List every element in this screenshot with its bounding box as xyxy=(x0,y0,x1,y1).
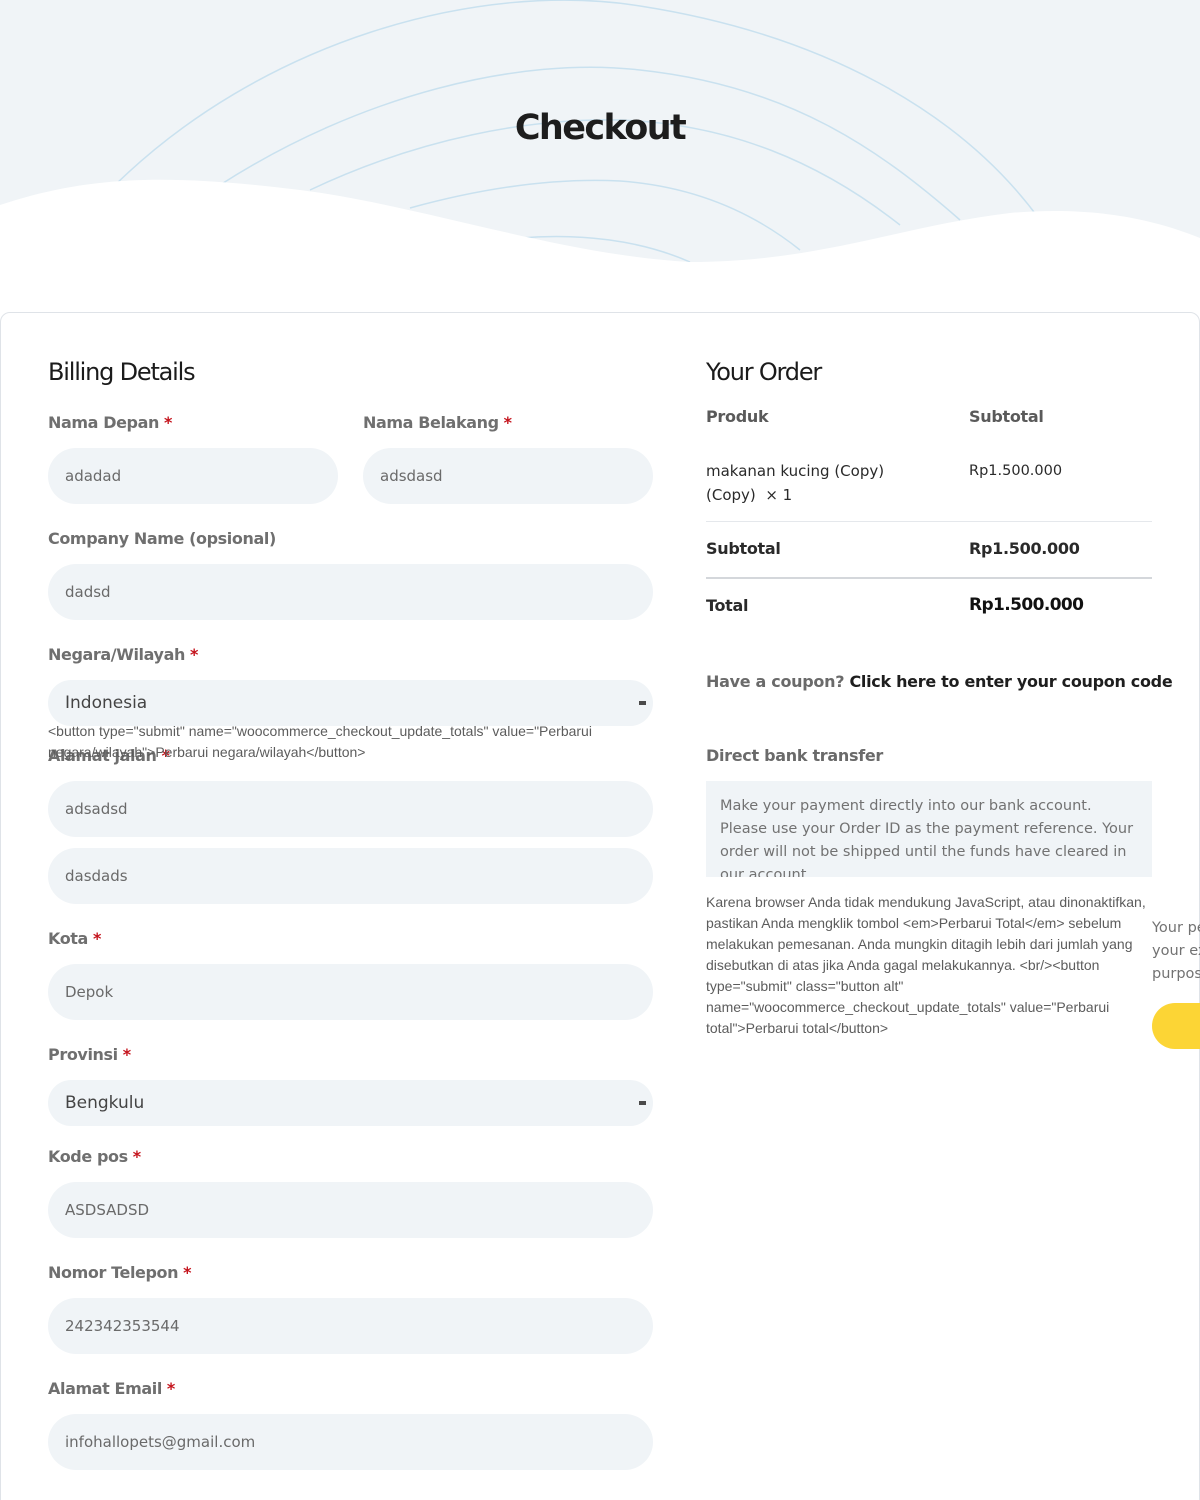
order-divider xyxy=(706,577,1152,579)
phone-label-text: Nomor Telepon xyxy=(48,1263,179,1282)
first-name-field[interactable]: adadad xyxy=(48,448,338,504)
privacy-policy-text: Your pe your ex purpos xyxy=(1152,917,1200,986)
phone-label: Nomor Telepon * xyxy=(48,1263,191,1282)
company-field[interactable]: dadsd xyxy=(48,564,653,620)
postcode-label: Kode pos * xyxy=(48,1147,141,1166)
page-title: Checkout xyxy=(514,108,687,148)
province-select-value: Bengkulu xyxy=(65,1093,145,1113)
privacy-line: your ex xyxy=(1152,943,1200,959)
privacy-line: purpos xyxy=(1152,966,1200,982)
street-field-2[interactable]: dasdads xyxy=(48,848,653,904)
coupon-link[interactable]: Click here to enter your coupon code xyxy=(849,672,1172,691)
noscript-notice-text: Karena browser Anda tidak mendukung Java… xyxy=(706,894,1146,1036)
order-total-label: Total xyxy=(706,596,749,615)
country-select[interactable]: Indonesia xyxy=(48,680,653,726)
street-field[interactable]: adsadsd xyxy=(48,781,653,837)
city-field[interactable]: Depok xyxy=(48,964,653,1020)
first-name-label-text: Nama Depan xyxy=(48,413,160,432)
order-heading: Your Order xyxy=(706,358,822,386)
order-divider xyxy=(706,521,1152,522)
required-mark: * xyxy=(503,413,512,432)
phone-field[interactable]: 242342353544 xyxy=(48,1298,653,1354)
country-update-raw-text: <button type="submit" name="woocommerce_… xyxy=(48,723,592,760)
hero-background xyxy=(0,0,1200,300)
payment-description-box: Make your payment directly into our bank… xyxy=(706,781,1152,877)
province-select[interactable]: Bengkulu xyxy=(48,1080,653,1126)
page-hero: Checkout xyxy=(0,0,1200,300)
required-mark: * xyxy=(164,413,172,432)
order-total-value: Rp1.500.000 xyxy=(969,595,1084,615)
country-label: Negara/Wilayah * xyxy=(48,645,198,664)
email-label: Alamat Email * xyxy=(48,1379,175,1398)
chevron-down-icon xyxy=(639,701,646,705)
last-name-label-text: Nama Belakang xyxy=(363,413,499,432)
country-label-text: Negara/Wilayah xyxy=(48,645,185,664)
required-mark: * xyxy=(183,1263,192,1282)
required-mark: * xyxy=(122,1045,131,1064)
province-label: Provinsi * xyxy=(48,1045,131,1064)
chevron-down-icon xyxy=(639,1101,646,1105)
required-mark: * xyxy=(189,645,198,664)
postcode-field[interactable]: ASDSADSD xyxy=(48,1182,653,1238)
order-item-name-line2: (Copy) × 1 xyxy=(706,483,884,507)
order-item-subtotal: Rp1.500.000 xyxy=(969,463,1063,479)
city-label-text: Kota xyxy=(48,929,88,948)
first-name-label: Nama Depan * xyxy=(48,413,172,432)
order-item-name-line2-text: (Copy) xyxy=(706,486,756,504)
payment-method-label[interactable]: Direct bank transfer xyxy=(706,746,883,765)
email-field[interactable]: infohallopets@gmail.com xyxy=(48,1414,653,1470)
company-label: Company Name (opsional) xyxy=(48,529,276,548)
email-label-text: Alamat Email xyxy=(48,1379,162,1398)
required-mark: * xyxy=(132,1147,141,1166)
province-label-text: Provinsi xyxy=(48,1045,118,1064)
required-mark: * xyxy=(166,1379,175,1398)
place-order-button[interactable] xyxy=(1152,1003,1200,1049)
order-subtotal-label: Subtotal xyxy=(706,539,781,558)
order-item-qty: × 1 xyxy=(765,486,793,504)
city-label: Kota * xyxy=(48,929,101,948)
last-name-label: Nama Belakang * xyxy=(363,413,512,432)
privacy-line: Your pe xyxy=(1152,920,1200,936)
country-select-value: Indonesia xyxy=(65,693,148,713)
coupon-prompt: Have a coupon? xyxy=(706,672,845,691)
order-subtotal-value: Rp1.500.000 xyxy=(969,539,1080,558)
order-col-product: Produk xyxy=(706,407,769,426)
required-mark: * xyxy=(92,929,101,948)
order-item-name: makanan kucing (Copy) (Copy) × 1 xyxy=(706,459,884,507)
postcode-label-text: Kode pos xyxy=(48,1147,128,1166)
order-col-subtotal: Subtotal xyxy=(969,407,1044,426)
order-item-name-line1: makanan kucing (Copy) xyxy=(706,462,885,480)
billing-heading: Billing Details xyxy=(48,358,196,386)
coupon-notice: Have a coupon? Click here to enter your … xyxy=(706,672,1173,691)
last-name-field[interactable]: adsdasd xyxy=(363,448,653,504)
